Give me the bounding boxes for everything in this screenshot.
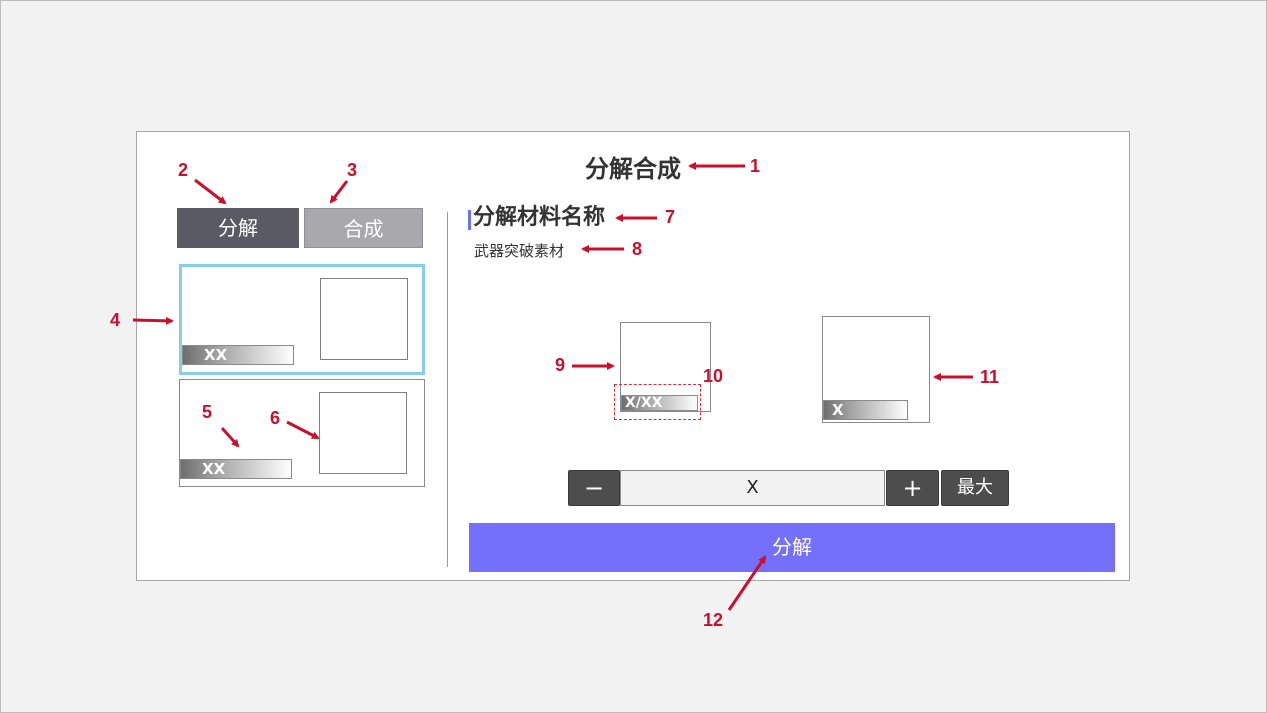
callout-4: 4: [110, 310, 121, 330]
callout-3: 3: [347, 160, 358, 180]
callout-11: 11: [980, 367, 1000, 387]
callout-2: 2: [178, 160, 189, 180]
callout-8: 8: [632, 239, 643, 259]
callout-arrow-6: [286, 420, 320, 440]
callout-arrow-2: [194, 178, 227, 205]
callout-arrow-5: [220, 427, 240, 448]
callout-arrow-4: [132, 316, 174, 325]
callout-12: 12: [703, 610, 724, 630]
annotation-arrows: [132, 162, 973, 611]
callout-arrow-12: [727, 555, 767, 611]
callout-5: 5: [202, 402, 213, 422]
callout-6: 6: [270, 408, 281, 428]
callout-9: 9: [555, 355, 566, 375]
callout-arrow-3: [329, 180, 349, 204]
callout-1: 1: [750, 156, 761, 176]
callout-7: 7: [665, 207, 676, 227]
callout-10: 10: [703, 366, 724, 386]
